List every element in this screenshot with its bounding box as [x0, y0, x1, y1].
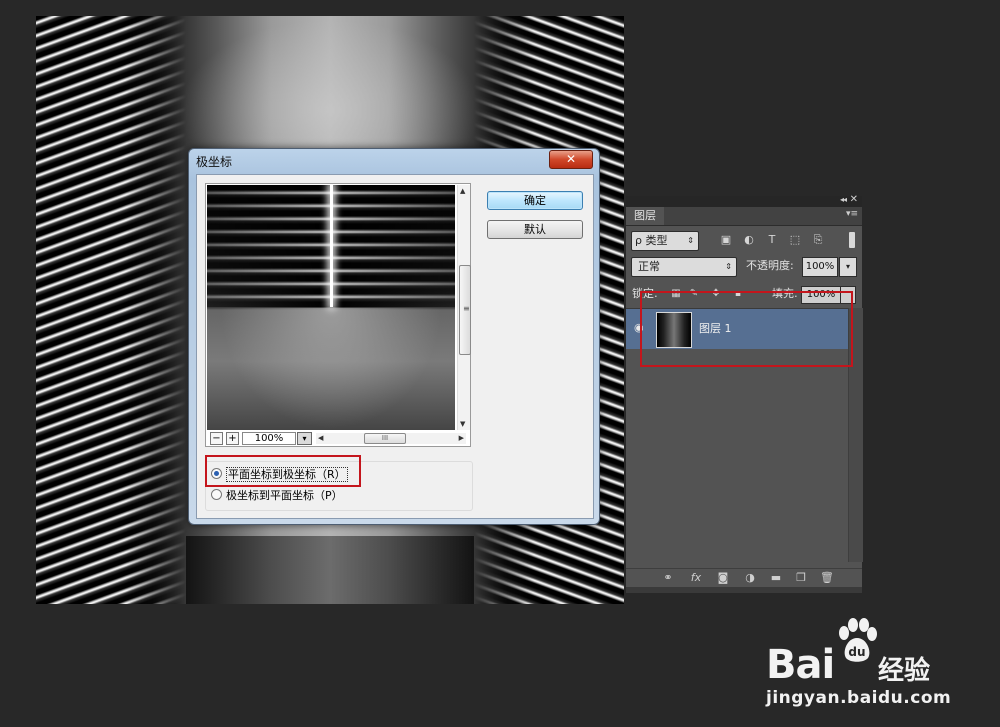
filter-type-label: 类型 [645, 234, 668, 247]
panel-tab-row: 图层 ▾≡ [626, 207, 862, 226]
filter-toggle-switch[interactable] [849, 232, 855, 248]
blend-mode-value: 正常 [638, 260, 660, 273]
preview-highlight-line [330, 185, 333, 307]
baidu-brand-text: Bai [766, 642, 835, 688]
default-button[interactable]: 默认 [487, 220, 583, 239]
image-filter-icon[interactable]: ▣ [719, 233, 733, 247]
filter-preview[interactable] [207, 185, 455, 430]
smart-object-filter-icon[interactable]: ⎘ [811, 233, 825, 247]
baidu-paw-logo: du [839, 618, 877, 662]
close-panel-icon[interactable]: ✕ [850, 194, 858, 205]
layer-filter-select[interactable]: ρ 类型 ⇕ [631, 231, 699, 251]
select-arrows-icon: ⇕ [725, 262, 732, 271]
panel-menu-icon[interactable]: ▾≡ [846, 209, 858, 219]
tab-layers[interactable]: 图层 [626, 207, 664, 225]
highlight-box-radio [205, 455, 361, 487]
folder-icon[interactable]: ▬ [768, 570, 784, 586]
polar-to-rectangular-radio[interactable]: 极坐标到平面坐标（P） [211, 488, 343, 504]
preview-horizontal-scrollbar[interactable]: ◀ III ▶ [316, 433, 466, 444]
svg-text:du: du [848, 645, 865, 659]
zoom-level-field[interactable]: 100% [242, 432, 296, 445]
scroll-right-arrow-icon[interactable]: ▶ [459, 433, 464, 444]
mask-icon[interactable]: ◙ [715, 570, 731, 586]
scroll-up-arrow-icon[interactable]: ▲ [460, 187, 465, 195]
adjustment-icon[interactable]: ◑ [742, 570, 758, 586]
zoom-out-button[interactable]: − [210, 432, 223, 445]
highlight-box-layer [640, 291, 853, 367]
scroll-grip-icon: ≡ [463, 304, 470, 313]
preview-zoom-bar: − + 100% ▾ ◀ III ▶ [207, 432, 469, 445]
trash-icon[interactable]: 🗑︎ [819, 570, 835, 586]
vertical-scroll-thumb[interactable]: ≡ [459, 265, 471, 355]
polar-to-rectangular-label: 极坐标到平面坐标（P） [226, 489, 343, 502]
dialog-close-button[interactable]: ✕ [549, 150, 593, 169]
panel-header-strip: ◂◂ ✕ [626, 194, 862, 207]
canvas-left-streaks [36, 16, 186, 604]
ok-button[interactable]: 确定 [487, 191, 583, 210]
jingyan-text: 经验 [878, 656, 931, 686]
adjustment-filter-icon[interactable]: ◐ [742, 233, 756, 247]
fx-icon[interactable]: fx [688, 570, 704, 586]
blend-mode-select[interactable]: 正常 ⇕ [631, 257, 737, 277]
dialog-title: 极坐标 [196, 155, 233, 169]
baidu-watermark: du Bai 经验 jingyan.baidu.com [766, 618, 976, 708]
shape-filter-icon[interactable]: ⬚ [788, 233, 802, 247]
zoom-in-button[interactable]: + [226, 432, 239, 445]
canvas-bottom-glow [186, 536, 474, 604]
new-layer-icon[interactable]: ❐ [793, 570, 809, 586]
panel-bottom-strip [626, 587, 862, 593]
scroll-left-arrow-icon[interactable]: ◀ [318, 433, 323, 444]
opacity-input[interactable]: 100% [802, 257, 838, 277]
layers-panel: ◂◂ ✕ 图层 ▾≡ ρ 类型 ⇕ ▣ ◐ T ⬚ ⎘ 正常 ⇕ 不透明度: 1… [626, 194, 863, 593]
preview-cone [207, 308, 455, 430]
select-arrows-icon: ⇕ [687, 236, 694, 245]
collapse-panel-icon[interactable]: ◂◂ [840, 195, 847, 204]
layers-footer-toolbar: ⚭ fx ◙ ◑ ▬ ❐ 🗑︎ [626, 568, 862, 587]
search-icon: ρ [635, 234, 642, 247]
preview-vertical-scrollbar[interactable]: ▲ ≡ ▼ [457, 185, 471, 430]
link-icon[interactable]: ⚭ [660, 570, 676, 586]
zoom-dropdown-button[interactable]: ▾ [297, 432, 312, 445]
opacity-label: 不透明度: [746, 259, 794, 272]
type-filter-icon[interactable]: T [765, 233, 779, 247]
horizontal-scroll-thumb[interactable]: III [364, 433, 406, 444]
scroll-down-arrow-icon[interactable]: ▼ [460, 420, 465, 428]
radio-button-icon[interactable] [211, 489, 222, 500]
preview-frame: ▲ ≡ ▼ − + 100% ▾ ◀ III ▶ [205, 183, 471, 447]
watermark-url: jingyan.baidu.com [766, 688, 952, 708]
opacity-dropdown-button[interactable]: ▾ [839, 257, 857, 277]
